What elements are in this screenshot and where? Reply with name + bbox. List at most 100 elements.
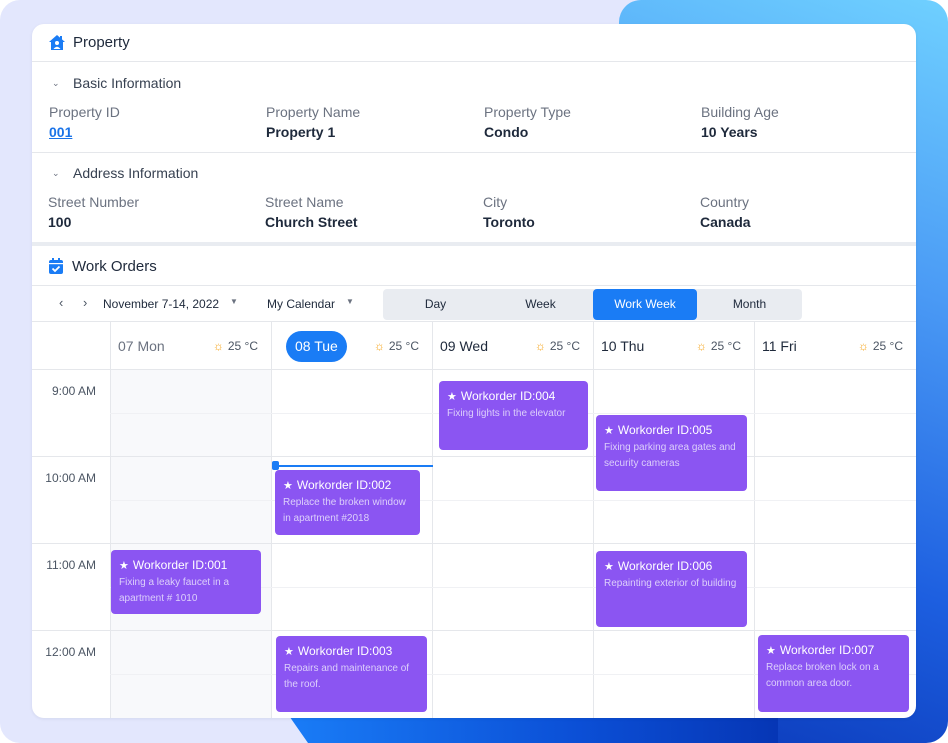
time-header-spacer: [32, 322, 110, 370]
field-building-age: Building Age 10 Years: [701, 104, 779, 140]
calendar-grid: 07 Mon ☼ 25 °C 08 Tue ☼ 25 °C 09 Wed ☼ 25 °…: [32, 322, 916, 718]
day-label: 11 Fri: [762, 338, 797, 354]
view-day-button[interactable]: Day: [383, 289, 488, 320]
field-value: 10 Years: [701, 124, 758, 140]
event-description: Fixing lights in the elevator: [447, 408, 566, 419]
view-month-button[interactable]: Month: [697, 289, 802, 320]
field-value: 100: [48, 214, 72, 230]
time-label: 9:00 AM: [51, 384, 96, 398]
field-label: Street Number: [48, 194, 140, 210]
day-header-thu[interactable]: 10 Thu ☼ 25 °C: [593, 322, 754, 370]
property-id-link[interactable]: 001: [49, 124, 120, 140]
field-value: Church Street: [265, 214, 358, 230]
calendar-toolbar: ‹ › November 7-14, 2022 ▼ My Calendar ▼ …: [32, 287, 916, 322]
divider: [32, 152, 916, 153]
property-header: Property: [32, 24, 916, 62]
event-workorder-007[interactable]: ★ Workorder ID:007 Replace broken lock on…: [758, 635, 909, 712]
view-week-button[interactable]: Week: [488, 289, 593, 320]
event-description: Replace the broken window in apartment #…: [283, 497, 406, 524]
event-description: Fixing a leaky faucet in a apartment # 1…: [119, 577, 230, 604]
star-icon: ★: [283, 480, 293, 492]
current-time-marker: [272, 461, 279, 470]
field-label: Street Name: [265, 194, 344, 210]
sun-icon: ☼: [857, 339, 869, 353]
event-workorder-002[interactable]: ★ Workorder ID:002 Replace the broken win…: [275, 470, 420, 535]
caret-down-icon[interactable]: ▼: [346, 297, 354, 306]
basic-info-toggle[interactable]: Basic Information: [73, 75, 181, 91]
event-title: ★ Workorder ID:003: [284, 644, 393, 658]
event-title: ★ Workorder ID:004: [447, 389, 556, 403]
star-icon: ★: [604, 561, 614, 573]
address-info-toggle[interactable]: Address Information: [73, 165, 198, 181]
hour-line: [32, 456, 916, 457]
temperature: 25 °C: [388, 339, 419, 353]
day-header-wed[interactable]: 09 Wed ☼ 25 °C: [432, 322, 593, 370]
weather: ☼ 25 °C: [858, 339, 903, 353]
weather: ☼ 25 °C: [535, 339, 580, 353]
star-icon: ★: [284, 646, 294, 658]
day-label: 07 Mon: [118, 338, 165, 354]
time-label: 12:00 AM: [45, 645, 96, 659]
day-label: 09 Wed: [440, 338, 488, 354]
work-orders-header: Work Orders: [32, 246, 916, 286]
event-title: ★ Workorder ID:002: [283, 478, 392, 492]
event-workorder-005[interactable]: ★ Workorder ID:005 Fixing parking area ga…: [596, 415, 747, 491]
work-orders-title: Work Orders: [72, 258, 157, 275]
field-street-name: Street Name Church Street: [265, 194, 358, 230]
event-description: Repainting exterior of building: [604, 578, 737, 589]
sun-icon: ☼: [212, 339, 224, 353]
day-column-mon[interactable]: [110, 370, 271, 718]
hour-line: [32, 630, 916, 631]
event-workorder-006[interactable]: ★ Workorder ID:006 Repainting exterior of…: [596, 551, 747, 627]
field-value: Condo: [484, 124, 529, 140]
caret-down-icon[interactable]: ▼: [230, 297, 238, 306]
view-switcher: Day Week Work Week Month: [383, 289, 802, 320]
temperature: 25 °C: [227, 339, 258, 353]
weather: ☼ 25 °C: [374, 339, 419, 353]
field-label: Building Age: [701, 104, 779, 120]
next-button[interactable]: ›: [83, 295, 87, 310]
view-work-week-button[interactable]: Work Week: [593, 289, 697, 320]
field-value: Toronto: [483, 214, 535, 230]
field-property-name: Property Name Property 1: [266, 104, 360, 140]
main-card: Property ⌄ Basic Information Property ID…: [32, 24, 916, 718]
event-workorder-004[interactable]: ★ Workorder ID:004 Fixing lights in the e…: [439, 381, 588, 450]
event-description: Replace broken lock on a common area doo…: [766, 662, 879, 689]
event-title: ★ Workorder ID:005: [604, 423, 713, 437]
field-value: Canada: [700, 214, 751, 230]
current-time-indicator: [272, 465, 433, 467]
time-label: 11:00 AM: [46, 558, 96, 572]
day-header-mon[interactable]: 07 Mon ☼ 25 °C: [110, 322, 271, 370]
day-header-tue[interactable]: 08 Tue ☼ 25 °C: [271, 322, 432, 370]
star-icon: ★: [119, 560, 129, 572]
field-label: Property Type: [484, 104, 571, 120]
calendar-select-dropdown[interactable]: My Calendar: [267, 297, 335, 311]
field-label: Property ID: [49, 104, 120, 120]
chevron-down-icon[interactable]: ⌄: [52, 168, 60, 179]
weather: ☼ 25 °C: [696, 339, 741, 353]
event-workorder-001[interactable]: ★ Workorder ID:001 Fixing a leaky faucet …: [111, 550, 261, 614]
event-description: Fixing parking area gates and security c…: [604, 442, 736, 469]
time-label: 10:00 AM: [45, 471, 96, 485]
weather: ☼ 25 °C: [213, 339, 258, 353]
event-title: ★ Workorder ID:007: [766, 643, 875, 657]
field-label: Country: [700, 194, 750, 210]
field-property-type: Property Type Condo: [484, 104, 571, 140]
hour-line: [32, 543, 916, 544]
date-range-dropdown[interactable]: November 7-14, 2022: [103, 297, 219, 311]
time-column: 9:00 AM 10:00 AM 11:00 AM 12:00 AM: [32, 370, 110, 718]
event-workorder-003[interactable]: ★ Workorder ID:003 Repairs and maintenanc…: [276, 636, 427, 712]
chevron-down-icon[interactable]: ⌄: [52, 78, 60, 89]
property-title: Property: [73, 34, 130, 51]
field-value: Property 1: [266, 124, 336, 140]
field-country: Country Canada: [700, 194, 751, 230]
field-label: Property Name: [266, 104, 361, 120]
field-city: City Toronto: [483, 194, 535, 230]
temperature: 25 °C: [549, 339, 580, 353]
temperature: 25 °C: [872, 339, 903, 353]
day-header-fri[interactable]: 11 Fri ☼ 25 °C: [754, 322, 916, 370]
half-hour-line: [110, 500, 916, 501]
prev-button[interactable]: ‹: [59, 295, 63, 310]
temperature: 25 °C: [710, 339, 741, 353]
day-label: 10 Thu: [601, 338, 645, 354]
